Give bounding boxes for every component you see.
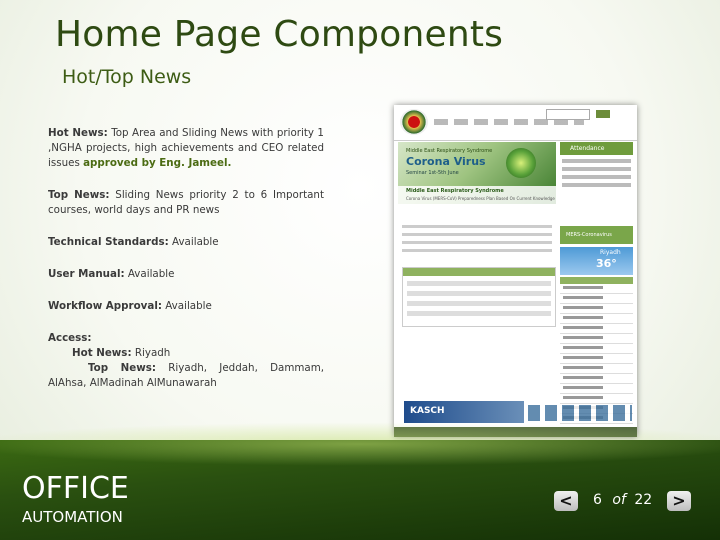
section-subtitle: Hot/Top News xyxy=(62,66,192,88)
virus-image xyxy=(506,148,536,178)
manual-label: User Manual: xyxy=(48,268,125,280)
user-manual-line: User Manual: Available xyxy=(48,267,324,282)
brand-office: OFFICE xyxy=(22,471,129,506)
ngha-logo xyxy=(400,109,428,135)
banner-small-text: Middle East Respiratory Syndrome xyxy=(406,148,493,154)
top-news-paragraph: Top News: Sliding News priority 2 to 6 I… xyxy=(48,188,324,218)
technical-value: Available xyxy=(168,236,219,248)
page-number: 6 of 22 xyxy=(593,492,652,508)
news-tabs-grid xyxy=(402,267,556,327)
top-news-label: Top News: xyxy=(48,189,110,201)
mers-box: MERS-Coronavirus xyxy=(560,226,633,244)
page-title: Home Page Components xyxy=(55,14,504,55)
kasch-banner: KASCH xyxy=(404,401,524,423)
workflow-label: Workflow Approval: xyxy=(48,300,162,312)
manual-value: Available xyxy=(124,268,175,280)
site-search-box xyxy=(546,109,590,120)
brand-automation: AUTOMATION xyxy=(22,508,123,526)
homepage-screenshot: Middle East Respiratory Syndrome Corona … xyxy=(394,105,637,437)
attendance-header: Attendance xyxy=(560,142,633,155)
access-label: Access: xyxy=(48,332,92,344)
site-sidebar: Attendance xyxy=(560,142,633,191)
technical-standards-line: Technical Standards: Available xyxy=(48,235,324,250)
prev-slide-button[interactable]: < xyxy=(554,491,578,511)
approval-highlight: approved by Eng. Jameel. xyxy=(83,157,232,169)
access-top-label: Top News: xyxy=(88,362,157,374)
hot-news-banner: Middle East Respiratory Syndrome Corona … xyxy=(398,142,556,204)
access-hot-value: Riyadh xyxy=(131,347,171,359)
technical-label: Technical Standards: xyxy=(48,236,169,248)
content-body: Hot News: Top Area and Sliding News with… xyxy=(48,126,324,391)
access-hot-news: Hot News: Riyadh xyxy=(48,346,324,361)
slide: Home Page Components Hot/Top News Hot Ne… xyxy=(0,0,720,540)
workflow-value: Available xyxy=(161,300,212,312)
page-total: 22 xyxy=(634,492,653,508)
banner-title: Corona Virus xyxy=(406,155,486,168)
banner-caption-sub: Corona Virus (MERS-CoV) Preparedness Pla… xyxy=(406,196,555,201)
page-current: 6 xyxy=(593,492,602,508)
links-list xyxy=(560,277,633,424)
access-heading: Access: xyxy=(48,331,324,346)
weather-city: Riyadh xyxy=(600,249,621,256)
quick-links-icons xyxy=(528,405,632,421)
banner-caption-title: Middle East Respiratory Syndrome xyxy=(406,188,504,194)
top-news-area xyxy=(402,220,552,260)
banner-dates: Seminar 1st-5th June xyxy=(406,170,459,176)
site-search-button xyxy=(596,110,610,118)
access-top-news: Top News: Riyadh, Jeddah, Dammam, AlAhsa… xyxy=(48,361,324,391)
next-slide-button[interactable]: > xyxy=(667,491,691,511)
page-of: of xyxy=(612,492,626,508)
weather-widget: Riyadh 36° xyxy=(560,247,633,275)
hot-news-paragraph: Hot News: Top Area and Sliding News with… xyxy=(48,126,324,171)
weather-temp: 36° xyxy=(596,257,617,270)
access-hot-label: Hot News: xyxy=(72,347,132,359)
hot-news-label: Hot News: xyxy=(48,127,108,139)
workflow-line: Workflow Approval: Available xyxy=(48,299,324,314)
site-header xyxy=(394,105,637,141)
